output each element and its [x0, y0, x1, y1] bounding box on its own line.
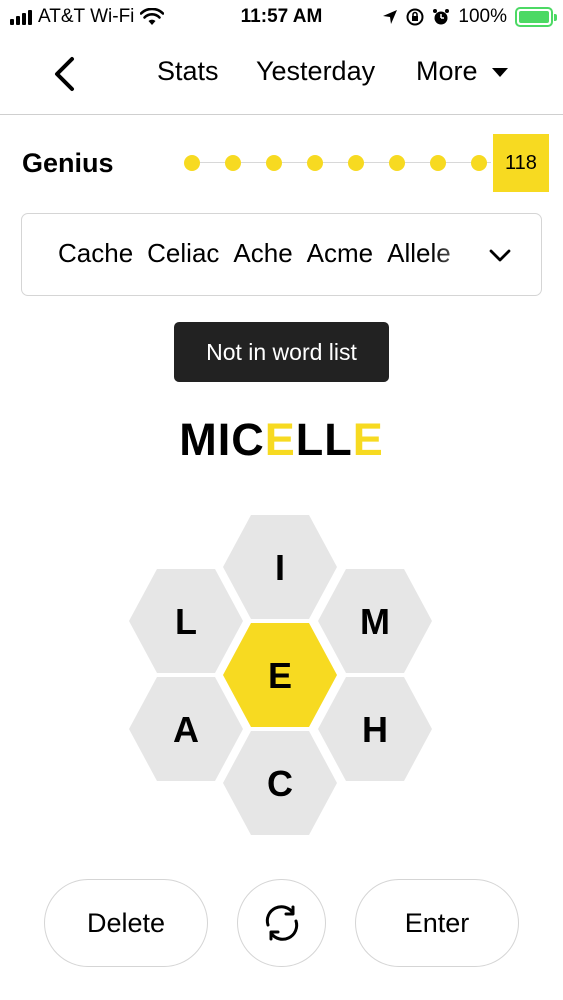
hive-cell-center[interactable]: E: [223, 623, 337, 727]
hive-cell-bottom[interactable]: C: [223, 731, 337, 835]
progress-dot: [389, 155, 405, 171]
alarm-icon: [433, 9, 450, 25]
hive-letter: L: [175, 601, 197, 642]
guess-letters: MIC: [179, 414, 265, 465]
guess-center-letter: E: [352, 414, 384, 465]
found-word: Cache: [58, 238, 134, 268]
top-nav: Stats Yesterday More: [0, 40, 563, 115]
found-words-bar[interactable]: Cache Celiac Ache Acme Allele: [21, 213, 542, 296]
back-button[interactable]: [44, 52, 84, 96]
found-word: Celiac: [147, 238, 220, 268]
hive-letter: H: [362, 709, 388, 750]
progress-dot: [348, 155, 364, 171]
hive-letter: M: [360, 601, 390, 642]
more-menu-button[interactable]: More: [416, 56, 508, 87]
chevron-down-icon[interactable]: [487, 242, 513, 268]
hive-cell-lower-left[interactable]: A: [129, 677, 243, 781]
hive-cell-lower-right[interactable]: H: [318, 677, 432, 781]
hive-cell-upper-left[interactable]: L: [129, 569, 243, 673]
hive-letter: E: [268, 655, 292, 696]
rank-progress[interactable]: 118: [181, 134, 549, 192]
guess-letters: LL: [295, 414, 353, 465]
orientation-lock-icon: [406, 8, 424, 26]
caret-down-icon: [491, 68, 508, 77]
chevron-left-icon: [55, 57, 74, 91]
current-guess: MICELLE: [0, 414, 563, 466]
hive-letter: A: [173, 709, 199, 750]
enter-button[interactable]: Enter: [355, 879, 519, 967]
hive-cell-upper-right[interactable]: M: [318, 569, 432, 673]
progress-dot: [471, 155, 487, 171]
battery-icon: [515, 7, 557, 27]
status-bar: AT&T Wi-Fi 11:57 AM 100%: [0, 0, 563, 36]
rank-label: Genius: [22, 148, 114, 178]
score-badge: 118: [493, 134, 549, 192]
found-word: Ache: [233, 238, 293, 268]
shuffle-button[interactable]: [237, 879, 326, 967]
delete-button[interactable]: Delete: [44, 879, 208, 967]
error-toast: Not in word list: [174, 322, 389, 382]
progress-dot: [266, 155, 282, 171]
progress-dot: [430, 155, 446, 171]
found-words-list: Cache Celiac Ache Acme Allele: [58, 238, 488, 269]
yesterday-link[interactable]: Yesterday: [256, 56, 375, 87]
progress-dot: [225, 155, 241, 171]
shuffle-icon: [265, 905, 298, 941]
hive-letter: C: [267, 763, 293, 804]
stats-link[interactable]: Stats: [157, 56, 219, 87]
guess-center-letter: E: [264, 414, 296, 465]
progress-dot: [184, 155, 200, 171]
progress-dot: [307, 155, 323, 171]
more-label: More: [416, 56, 478, 86]
found-word: Acme: [306, 238, 374, 268]
hive-letter: I: [275, 547, 285, 588]
hive-cell-top[interactable]: I: [223, 515, 337, 619]
location-arrow-icon: [383, 10, 398, 24]
battery-percent: 100%: [458, 6, 507, 27]
